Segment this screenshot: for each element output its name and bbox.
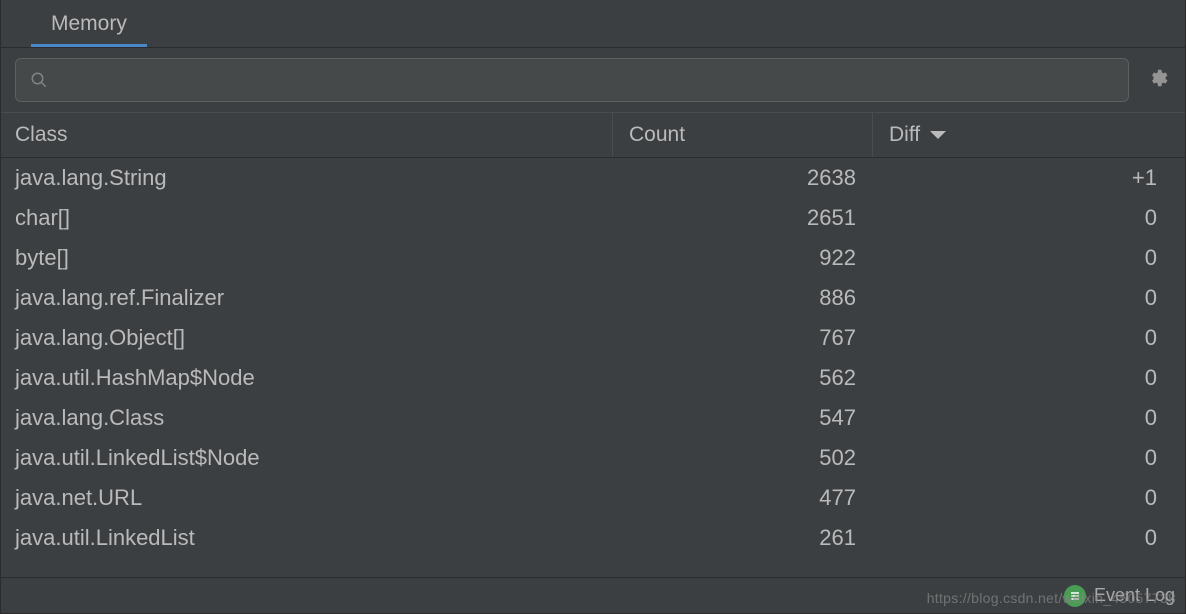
cell-diff: 0: [872, 405, 1185, 431]
cell-count: 767: [612, 325, 872, 351]
cell-count: 886: [612, 285, 872, 311]
table-row[interactable]: byte[]9220: [15, 238, 1185, 278]
cell-count: 261: [612, 525, 872, 551]
cell-class: java.lang.ref.Finalizer: [15, 285, 612, 311]
settings-button[interactable]: [1143, 66, 1171, 94]
cell-class: java.lang.String: [15, 165, 612, 191]
table-row[interactable]: java.lang.ref.Finalizer8860: [15, 278, 1185, 318]
cell-class: byte[]: [15, 245, 612, 271]
table-body: java.lang.String2638+1char[]26510byte[]9…: [1, 158, 1185, 577]
cell-class: java.util.LinkedList: [15, 525, 612, 551]
cell-count: 2651: [612, 205, 872, 231]
cell-count: 477: [612, 485, 872, 511]
cell-class: java.net.URL: [15, 485, 612, 511]
cell-class: java.lang.Class: [15, 405, 612, 431]
cell-class: java.lang.Object[]: [15, 325, 612, 351]
table-row[interactable]: java.lang.String2638+1: [15, 158, 1185, 198]
tab-memory[interactable]: Memory: [31, 0, 147, 47]
table-row[interactable]: java.util.HashMap$Node5620: [15, 358, 1185, 398]
memory-panel: Memory Class Count Diff: [0, 0, 1186, 614]
column-header-diff[interactable]: Diff: [872, 113, 1185, 157]
table-row[interactable]: java.lang.Class5470: [15, 398, 1185, 438]
search-icon: [30, 71, 48, 89]
table-row[interactable]: java.net.URL4770: [15, 478, 1185, 518]
cell-count: 547: [612, 405, 872, 431]
cell-count: 502: [612, 445, 872, 471]
cell-diff: 0: [872, 245, 1185, 271]
cell-diff: 0: [872, 325, 1185, 351]
search-input-wrapper[interactable]: [15, 58, 1129, 102]
table-row[interactable]: char[]26510: [15, 198, 1185, 238]
gear-icon: [1146, 67, 1168, 94]
tab-bar: Memory: [1, 0, 1185, 48]
table-row[interactable]: java.util.LinkedList$Node5020: [15, 438, 1185, 478]
table-header: Class Count Diff: [1, 112, 1185, 158]
search-bar: [1, 48, 1185, 112]
cell-class: java.util.LinkedList$Node: [15, 445, 612, 471]
table-row[interactable]: java.lang.Object[]7670: [15, 318, 1185, 358]
cell-class: java.util.HashMap$Node: [15, 365, 612, 391]
cell-count: 2638: [612, 165, 872, 191]
cell-diff: 0: [872, 205, 1185, 231]
cell-diff: 0: [872, 285, 1185, 311]
watermark-text: https://blog.csdn.net/weixin_45057738: [927, 590, 1176, 606]
cell-diff: +1: [872, 165, 1185, 191]
sort-descending-icon: [930, 131, 946, 139]
column-header-count[interactable]: Count: [612, 113, 872, 157]
column-header-class[interactable]: Class: [15, 123, 612, 147]
cell-class: char[]: [15, 205, 612, 231]
table-row[interactable]: java.util.LinkedList2610: [15, 518, 1185, 558]
cell-count: 922: [612, 245, 872, 271]
cell-diff: 0: [872, 365, 1185, 391]
cell-count: 562: [612, 365, 872, 391]
search-input[interactable]: [58, 70, 1114, 91]
cell-diff: 0: [872, 525, 1185, 551]
cell-diff: 0: [872, 445, 1185, 471]
cell-diff: 0: [872, 485, 1185, 511]
column-header-diff-label: Diff: [889, 123, 920, 147]
